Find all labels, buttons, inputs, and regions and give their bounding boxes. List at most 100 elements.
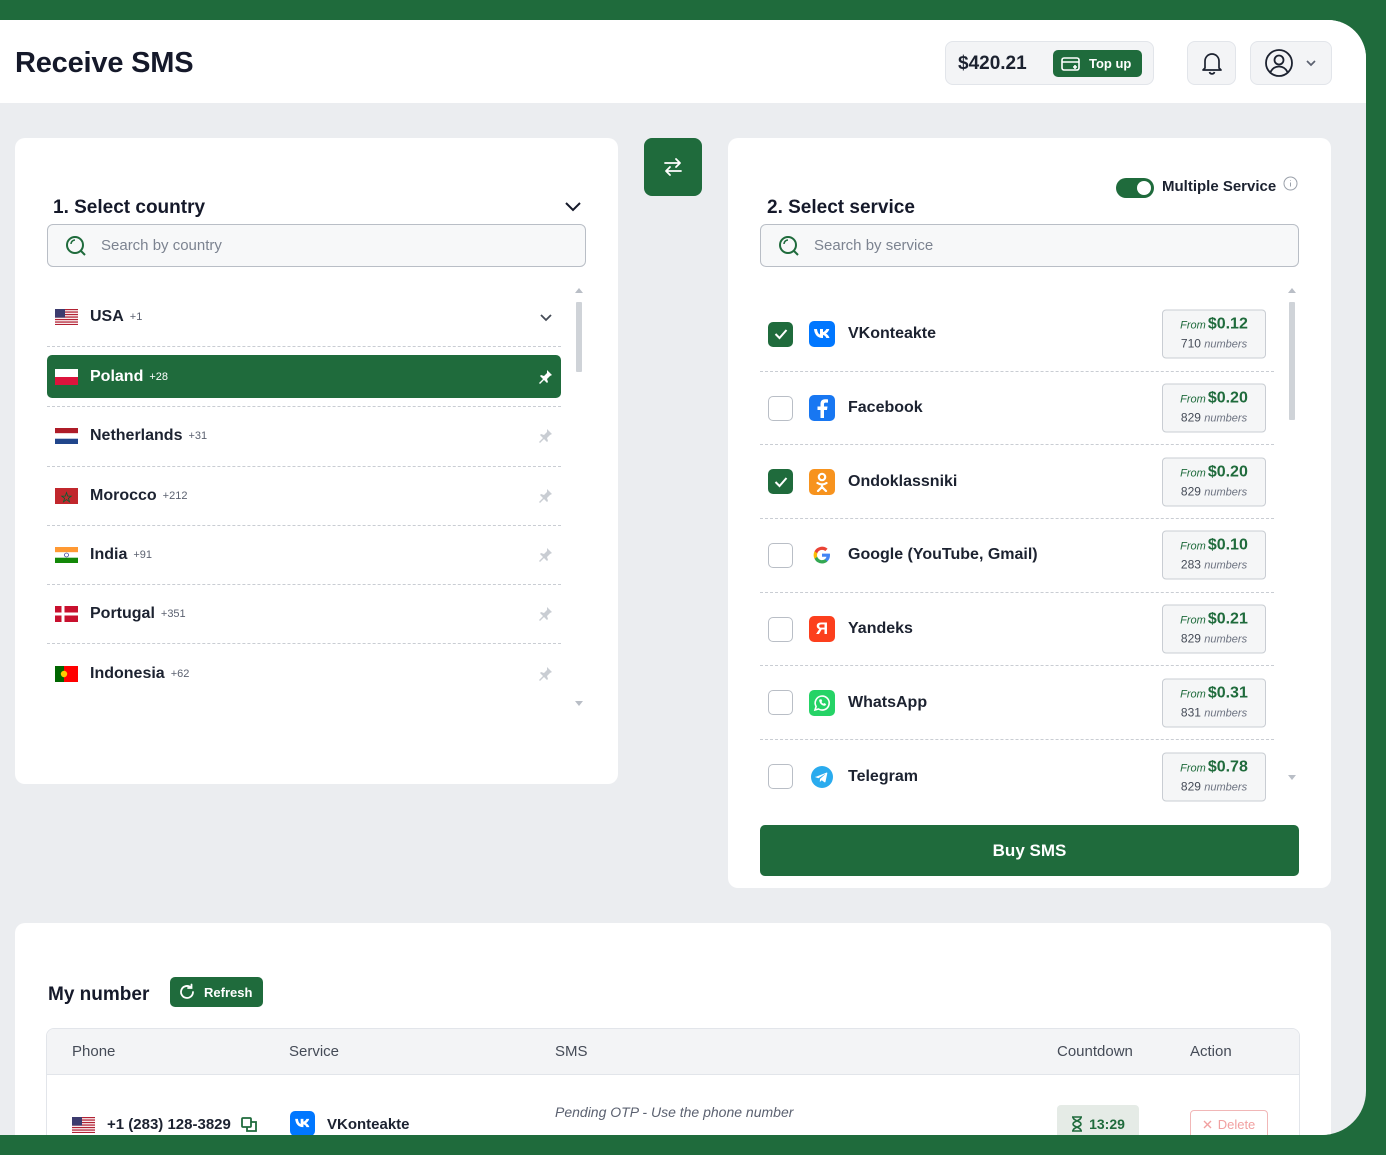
yandex-icon: Я xyxy=(809,616,835,643)
country-item-usa[interactable]: USA +1 xyxy=(47,288,561,348)
pin-icon[interactable] xyxy=(537,666,553,682)
service-item-whatsapp[interactable]: WhatsApp From $0.31 831 numbers xyxy=(760,666,1274,741)
user-menu-button[interactable] xyxy=(1250,41,1332,85)
service-checkbox[interactable] xyxy=(768,690,793,716)
service-search-input[interactable] xyxy=(814,237,1234,254)
pin-icon[interactable] xyxy=(537,369,553,385)
country-item-india[interactable]: India +91 xyxy=(47,526,561,586)
service-list: VKonteakte From $0.12 710 numbers Faceboo… xyxy=(760,298,1274,814)
collapse-chevron-icon[interactable] xyxy=(563,198,583,214)
page-title: Receive SMS xyxy=(15,47,194,79)
price-value: $0.21 xyxy=(1207,610,1248,628)
telegram-icon xyxy=(809,764,835,790)
service-name: Ondoklassniki xyxy=(848,472,958,490)
service-search-field[interactable] xyxy=(760,224,1299,267)
service-item-facebook[interactable]: Facebook From $0.20 829 numbers xyxy=(760,372,1274,446)
scroll-up-arrow[interactable] xyxy=(1288,288,1296,293)
expand-chevron-icon[interactable] xyxy=(539,310,553,324)
top-up-button[interactable]: Top up xyxy=(1053,50,1142,77)
service-panel-title: 2. Select service xyxy=(767,197,915,218)
service-item-vkonteakte[interactable]: VKonteakte From $0.12 710 numbers xyxy=(760,298,1274,372)
country-item-morocco[interactable]: Morocco +212 xyxy=(47,467,561,526)
scroll-down-arrow[interactable] xyxy=(575,701,583,706)
service-scrollbar[interactable] xyxy=(1288,288,1296,780)
scroll-thumb[interactable] xyxy=(576,302,582,372)
refresh-button[interactable]: Refresh xyxy=(170,977,263,1007)
scroll-up-arrow[interactable] xyxy=(575,288,583,293)
numbers-suffix: numbers xyxy=(1204,559,1248,572)
price-prefix: From xyxy=(1180,540,1206,553)
country-code: +62 xyxy=(170,668,190,681)
column-countdown: Countdown xyxy=(1057,1043,1133,1060)
service-checkbox[interactable] xyxy=(768,395,793,421)
price-value: $0.12 xyxy=(1207,315,1248,333)
indonesia-flag-icon xyxy=(55,666,78,683)
service-item-yandeks[interactable]: Я Yandeks From $0.21 829 numbers xyxy=(760,593,1274,667)
pin-icon[interactable] xyxy=(537,488,553,504)
country-item-netherlands[interactable]: Netherlands +31 xyxy=(47,407,561,467)
country-search-input[interactable] xyxy=(101,237,521,254)
service-item-google[interactable]: Google (YouTube, Gmail) From $0.10 283 nu… xyxy=(760,519,1274,593)
notifications-button[interactable] xyxy=(1187,41,1236,85)
service-name: Telegram xyxy=(848,767,918,785)
country-scrollbar[interactable] xyxy=(575,288,583,706)
poland-flag-icon xyxy=(55,368,78,385)
multiple-service-label: Multiple Service xyxy=(1162,178,1277,195)
my-number-panel: My number Refresh Phone Service SMS Coun… xyxy=(15,923,1331,1135)
copy-icon[interactable] xyxy=(241,1117,257,1133)
price-box: From $0.31 831 numbers xyxy=(1162,678,1266,728)
column-action: Action xyxy=(1190,1043,1232,1060)
service-checkbox[interactable] xyxy=(768,469,793,495)
service-panel: 2. Select service Multiple Service VKont… xyxy=(728,138,1331,888)
table-header: Phone Service SMS Countdown Action xyxy=(47,1029,1299,1075)
service-item-telegram[interactable]: Telegram From $0.78 829 numbers xyxy=(760,740,1274,814)
country-name: Netherlands xyxy=(90,427,183,445)
service-checkbox[interactable] xyxy=(768,764,793,790)
search-icon xyxy=(779,235,799,256)
country-code: +351 xyxy=(160,608,186,621)
usa-flag-icon xyxy=(72,1117,95,1133)
column-sms: SMS xyxy=(555,1043,588,1060)
pin-icon[interactable] xyxy=(537,547,553,563)
check-icon xyxy=(774,477,787,488)
service-checkbox[interactable] xyxy=(768,542,793,568)
country-item-indonesia[interactable]: Indonesia +62 xyxy=(47,644,561,703)
numbers-suffix: numbers xyxy=(1204,338,1248,351)
pin-icon[interactable] xyxy=(537,606,553,622)
country-code: +1 xyxy=(129,311,143,324)
scroll-down-arrow[interactable] xyxy=(1288,775,1296,780)
service-name: WhatsApp xyxy=(848,693,928,711)
price-prefix: From xyxy=(1180,762,1206,775)
country-code: +28 xyxy=(149,370,169,383)
numbers-count: 829 xyxy=(1180,631,1201,646)
country-name: Morocco xyxy=(90,486,157,504)
numbers-count: 831 xyxy=(1180,705,1201,720)
user-avatar-icon xyxy=(1265,49,1293,77)
country-search-field[interactable] xyxy=(47,224,586,267)
info-icon[interactable] xyxy=(1283,176,1298,191)
buy-sms-button[interactable]: Buy SMS xyxy=(760,825,1299,876)
portugal-flag-icon xyxy=(55,606,78,623)
chevron-down-icon xyxy=(1306,60,1316,67)
numbers-table: Phone Service SMS Countdown Action +1 (2… xyxy=(46,1028,1300,1135)
country-item-poland[interactable]: Poland +28 xyxy=(47,355,561,399)
hourglass-icon xyxy=(1072,1116,1083,1132)
country-item-portugal[interactable]: Portugal +351 xyxy=(47,585,561,645)
delete-button[interactable]: Delete xyxy=(1190,1110,1268,1135)
country-code: +91 xyxy=(133,549,153,562)
india-flag-icon xyxy=(55,547,78,564)
service-checkbox[interactable] xyxy=(768,321,793,347)
service-checkbox[interactable] xyxy=(768,616,793,642)
service-name: VKonteakte xyxy=(848,325,937,343)
pin-icon[interactable] xyxy=(537,428,553,444)
price-value: $0.78 xyxy=(1207,758,1248,776)
service-item-ondoklassniki[interactable]: Ondoklassniki From $0.20 829 numbers xyxy=(760,445,1274,520)
multiple-service-toggle[interactable] xyxy=(1116,178,1154,198)
row-service-name: VKonteakte xyxy=(327,1116,410,1133)
balance-amount: $420.21 xyxy=(958,53,1027,74)
numbers-count: 829 xyxy=(1180,484,1201,499)
scroll-thumb[interactable] xyxy=(1289,302,1295,420)
country-name: Portugal xyxy=(90,605,155,623)
swap-button[interactable] xyxy=(644,138,702,196)
price-value: $0.10 xyxy=(1207,536,1248,554)
